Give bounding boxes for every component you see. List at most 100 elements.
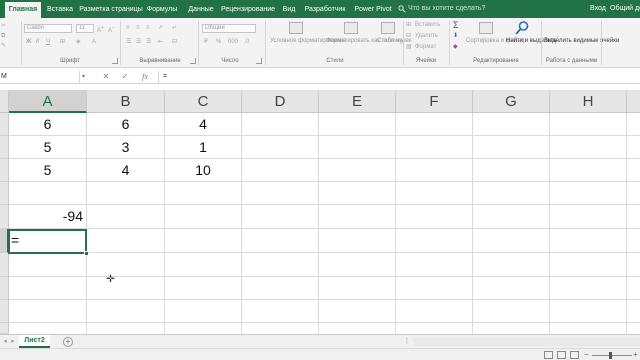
- align-bottom-icon[interactable]: ≡: [146, 24, 150, 32]
- cancel-entry-icon[interactable]: ✕: [100, 71, 112, 83]
- align-left-icon[interactable]: ☰: [126, 38, 131, 46]
- fill-handle[interactable]: [84, 251, 89, 256]
- tell-me-search[interactable]: Что вы хотите сделать?: [408, 2, 485, 16]
- zoom-out-icon[interactable]: −: [584, 349, 589, 360]
- font-size-box[interactable]: 11: [76, 24, 94, 33]
- tab-power-pivot[interactable]: Power Pivot: [352, 2, 394, 18]
- indent-icon[interactable]: ⇤: [158, 38, 163, 46]
- cell-c3[interactable]: 10: [165, 159, 241, 182]
- cell-b1[interactable]: 6: [87, 113, 164, 136]
- format-as-table-button[interactable]: Форматировать как таблицу: [326, 38, 404, 45]
- sheet-tab-list2[interactable]: Лист2: [19, 335, 50, 348]
- cell-a2[interactable]: 5: [9, 136, 86, 159]
- column-header-h[interactable]: H: [550, 90, 627, 113]
- number-dialog-launcher[interactable]: [256, 58, 262, 64]
- row-header-5[interactable]: [0, 205, 9, 229]
- cell-b3[interactable]: 4: [87, 159, 164, 182]
- column-header-d[interactable]: D: [242, 90, 319, 113]
- find-select-button[interactable]: Найти и выделить: [506, 38, 557, 45]
- sort-filter-button[interactable]: Сортировка и фильтр: [466, 38, 526, 45]
- align-top-icon[interactable]: ≡: [126, 24, 130, 32]
- align-right-icon[interactable]: ☰: [146, 38, 151, 46]
- decimal-icon[interactable]: ,0: [244, 38, 249, 46]
- font-dialog-launcher[interactable]: [112, 58, 118, 64]
- autosum-icon[interactable]: Σ: [453, 21, 459, 30]
- percent-icon[interactable]: %: [216, 38, 221, 46]
- clear-icon[interactable]: ◆: [453, 43, 458, 51]
- tab-developer[interactable]: Разработчик: [302, 2, 348, 18]
- fill-color-icon[interactable]: ◈: [76, 38, 81, 46]
- tab-view[interactable]: Вид: [280, 2, 298, 18]
- tab-formulas[interactable]: Формулы: [146, 2, 178, 18]
- cut-icon[interactable]: ✂: [1, 22, 6, 30]
- shrink-font-icon[interactable]: A-: [108, 24, 114, 35]
- confirm-entry-icon[interactable]: ✓: [119, 71, 131, 83]
- spreadsheet-grid[interactable]: A B C D E F G H 6 6 4 5 3 1 5 4 10 -94 =…: [0, 90, 640, 334]
- currency-icon[interactable]: ₽: [204, 38, 208, 46]
- zoom-slider-thumb[interactable]: [609, 352, 612, 359]
- zoom-slider[interactable]: [592, 355, 632, 356]
- bold-icon[interactable]: Ж: [26, 38, 31, 46]
- wrap-text-icon[interactable]: ↵: [172, 24, 177, 32]
- number-format-box[interactable]: Общий: [202, 24, 256, 33]
- row-header-10[interactable]: [0, 323, 9, 334]
- cell-c1[interactable]: 4: [165, 113, 241, 136]
- column-header-c[interactable]: C: [165, 90, 242, 113]
- cell-a3[interactable]: 5: [9, 159, 86, 182]
- tab-data[interactable]: Данные: [186, 2, 216, 18]
- align-middle-icon[interactable]: ≡: [136, 24, 140, 32]
- row-header-1[interactable]: [0, 113, 9, 136]
- insert-function-icon[interactable]: fx: [138, 71, 152, 83]
- font-name-box[interactable]: Calibri: [24, 24, 72, 33]
- page-break-view-icon[interactable]: [570, 351, 579, 359]
- row-header-7[interactable]: [0, 253, 9, 277]
- fill-icon[interactable]: ⬇: [453, 32, 458, 40]
- tab-insert[interactable]: Вставка: [45, 2, 75, 18]
- row-header-4[interactable]: [0, 182, 9, 205]
- sign-in-link[interactable]: Вход: [590, 2, 606, 16]
- sheet-prev-icon[interactable]: ◂: [1, 336, 9, 348]
- cell-b2[interactable]: 3: [87, 136, 164, 159]
- add-sheet-icon[interactable]: +: [63, 337, 73, 347]
- column-header-f[interactable]: F: [396, 90, 473, 113]
- copy-icon[interactable]: ⧉: [1, 32, 5, 40]
- horizontal-scrollbar[interactable]: [414, 338, 640, 346]
- comma-style-icon[interactable]: 000: [228, 38, 238, 46]
- row-header-9[interactable]: [0, 300, 9, 323]
- alignment-dialog-launcher[interactable]: [190, 58, 196, 64]
- share-button[interactable]: Общий доступ: [610, 2, 640, 16]
- scroll-options-icon[interactable]: ⋮: [402, 336, 412, 348]
- merge-center-icon[interactable]: ⊟: [172, 38, 177, 46]
- row-header-2[interactable]: [0, 136, 9, 159]
- select-visible-cells-button[interactable]: Выделить видимые ячейки: [544, 38, 619, 45]
- conditional-formatting-button[interactable]: Условное форматирование: [270, 38, 346, 45]
- cell-styles-button[interactable]: Стили ячеек: [377, 38, 412, 45]
- orientation-icon[interactable]: ↗: [158, 24, 163, 32]
- font-color-icon[interactable]: A: [92, 38, 96, 46]
- column-header-b[interactable]: B: [87, 90, 165, 113]
- tab-review[interactable]: Рецензирование: [220, 2, 276, 18]
- grow-font-icon[interactable]: A+: [97, 24, 104, 35]
- normal-view-icon[interactable]: [544, 351, 553, 359]
- select-all-corner[interactable]: [0, 90, 9, 113]
- borders-icon[interactable]: ⊞: [60, 38, 65, 46]
- name-box-dropdown-icon[interactable]: ▾: [82, 71, 90, 83]
- sheet-next-icon[interactable]: ▸: [9, 336, 17, 348]
- page-layout-view-icon[interactable]: [557, 351, 566, 359]
- cell-c2[interactable]: 1: [165, 136, 241, 159]
- underline-icon[interactable]: Ч: [46, 38, 50, 46]
- insert-cells-button[interactable]: Вставить: [415, 21, 440, 29]
- formula-input[interactable]: =: [158, 71, 640, 83]
- format-painter-icon[interactable]: ✎: [1, 42, 6, 50]
- align-center-icon[interactable]: ☰: [136, 38, 141, 46]
- column-header-g[interactable]: G: [473, 90, 550, 113]
- tab-home[interactable]: Главная: [5, 2, 41, 18]
- format-cells-button[interactable]: Формат: [415, 43, 436, 51]
- column-header-e[interactable]: E: [319, 90, 396, 113]
- tab-page-layout[interactable]: Разметка страницы: [79, 2, 143, 18]
- column-header-a[interactable]: A: [9, 90, 87, 113]
- row-header-3[interactable]: [0, 159, 9, 182]
- delete-cells-button[interactable]: Удалить: [415, 32, 438, 40]
- cell-a5[interactable]: -94: [9, 205, 86, 228]
- italic-icon[interactable]: К: [36, 38, 40, 46]
